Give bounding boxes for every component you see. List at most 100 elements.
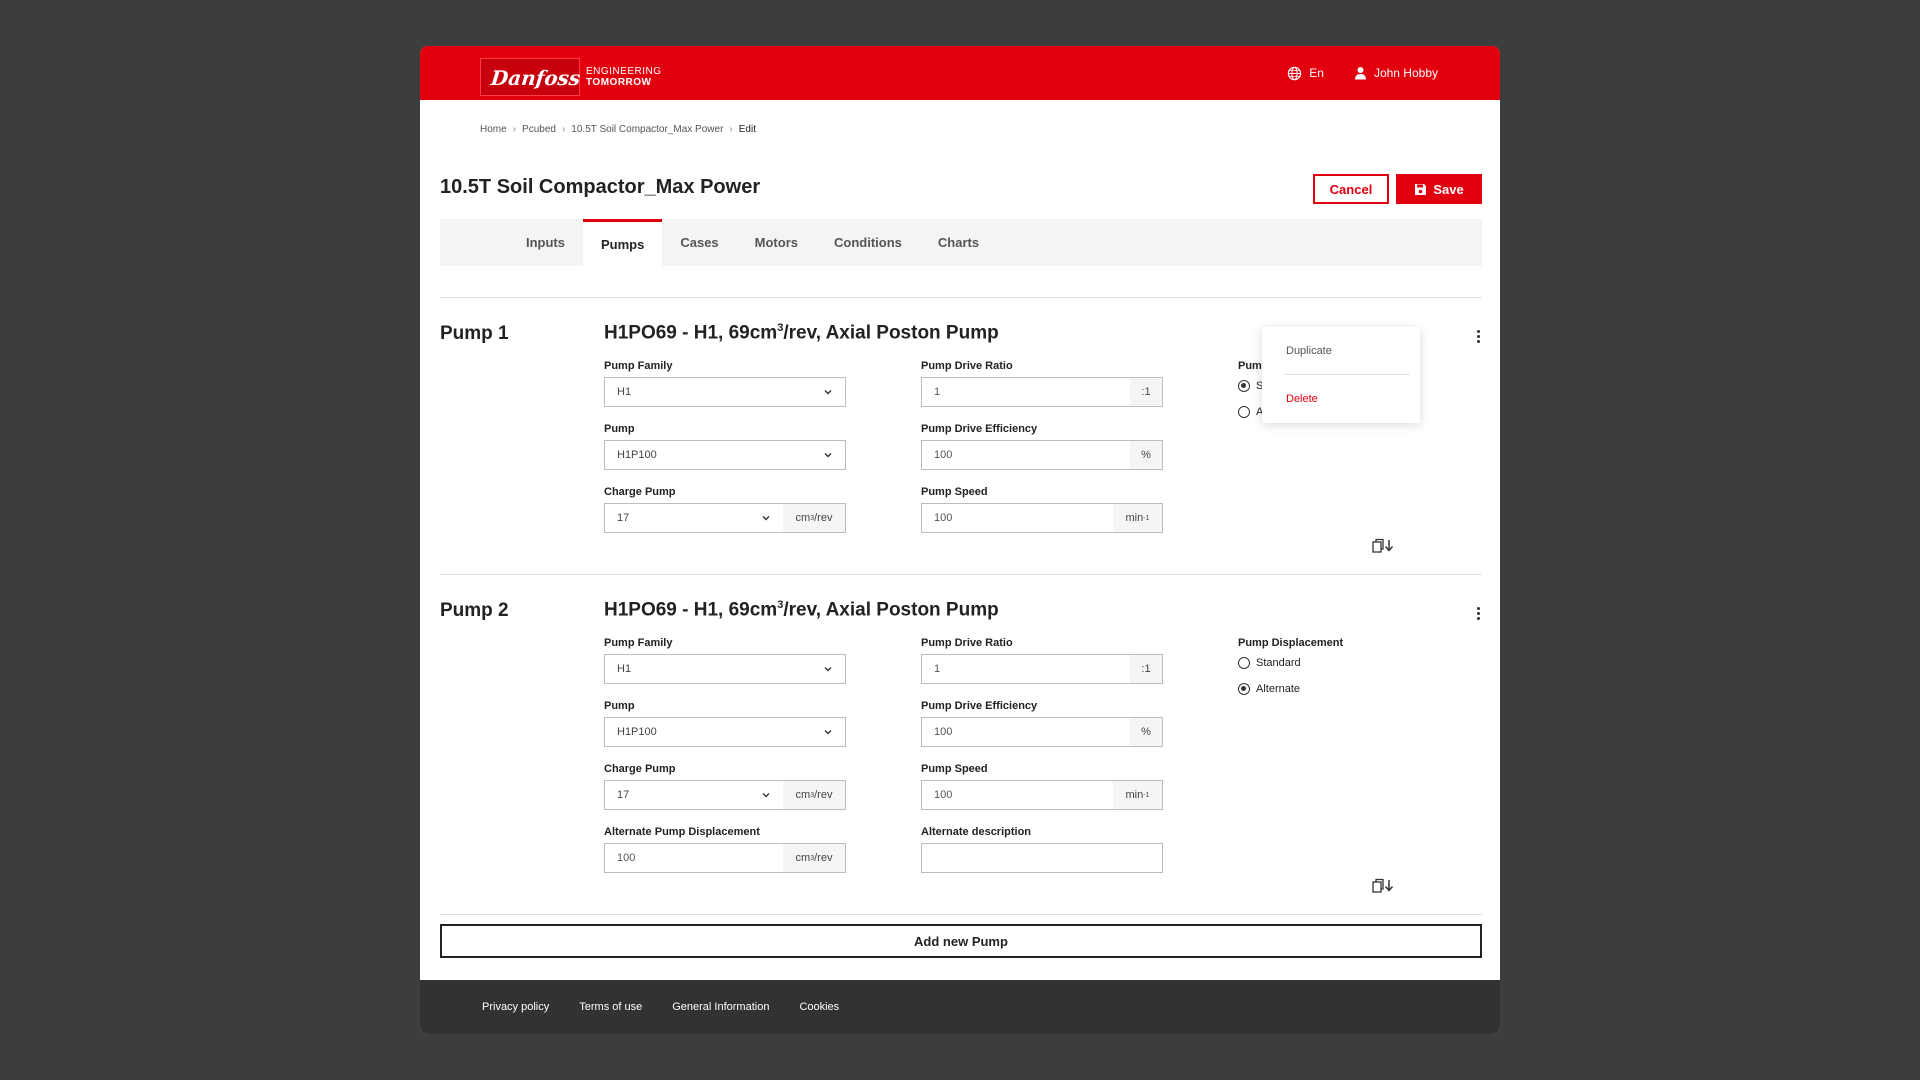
pump-1-displacement-standard[interactable]: S — [1238, 380, 1263, 392]
pump-2-charge-select[interactable]: 17 — [604, 780, 784, 810]
pump-1-heading-prefix: H1PO69 - H1, 69cm — [604, 322, 778, 344]
pump-1-eff-input[interactable]: 100 — [921, 440, 1131, 470]
unit-text: cm — [795, 789, 811, 801]
chevron-down-icon — [824, 390, 832, 395]
pump-2-ratio-input[interactable]: 1 — [921, 654, 1131, 684]
pump-2-speed-input[interactable]: 100 — [921, 780, 1114, 810]
radio-checked-icon — [1238, 683, 1250, 695]
breadcrumb-pcubed[interactable]: Pcubed — [522, 124, 556, 135]
tab-conditions[interactable]: Conditions — [816, 219, 920, 266]
section-divider — [440, 914, 1482, 915]
footer-link-cookies[interactable]: Cookies — [799, 1001, 839, 1013]
copy-download-icon[interactable] — [1372, 878, 1396, 894]
pump-1-heading: H1PO69 - H1, 69cm3/rev, Axial Poston Pum… — [604, 322, 999, 344]
pump-2-heading-suffix: /rev, Axial Poston Pump — [783, 599, 999, 621]
pump-1-eff-label: Pump Drive Efficiency — [921, 423, 1038, 435]
breadcrumb-separator-icon: › — [512, 124, 517, 135]
copy-download-icon[interactable] — [1372, 538, 1396, 554]
tab-pumps[interactable]: Pumps — [583, 219, 663, 266]
logo-tagline: ENGINEERING TOMORROW — [586, 66, 662, 88]
breadcrumb-separator-icon: › — [561, 124, 566, 135]
radio-label: Alternate — [1256, 683, 1301, 695]
pump-1-charge-select[interactable]: 17 — [604, 503, 784, 533]
menu-separator — [1284, 374, 1410, 375]
pump-2-heading: H1PO69 - H1, 69cm3/rev, Axial Poston Pum… — [604, 599, 999, 621]
save-button-label: Save — [1433, 181, 1464, 197]
pump-1-charge-unit: cm 3/rev — [783, 503, 846, 533]
menu-item-duplicate[interactable]: Duplicate — [1286, 345, 1332, 357]
pump-2-displacement-alternate[interactable]: Alternate — [1238, 683, 1300, 695]
unit-suffix: /rev — [814, 512, 833, 524]
radio-label: Standard — [1256, 657, 1301, 669]
chevron-down-icon — [824, 667, 832, 672]
pump-2-family-select[interactable]: H1 — [604, 654, 846, 684]
pump-2-ratio-label: Pump Drive Ratio — [921, 637, 1013, 649]
pump-1-heading-suffix: /rev, Axial Poston Pump — [783, 322, 999, 344]
pump-2-alt-disp-unit: cm 3/rev — [783, 843, 846, 873]
tab-motors[interactable]: Motors — [737, 219, 816, 266]
pump-1-displacement-label: Pum — [1238, 360, 1262, 372]
unit-text: cm — [795, 852, 811, 864]
unit-suffix: /rev — [814, 852, 833, 864]
danfoss-logo[interactable]: Danfoss ENGINEERING TOMORROW — [480, 58, 662, 96]
pump-1-kebab-icon[interactable] — [1471, 327, 1485, 345]
language-label: En — [1309, 66, 1324, 80]
save-disk-icon — [1415, 183, 1427, 195]
globe-icon — [1288, 66, 1302, 80]
pump-2-heading-prefix: H1PO69 - H1, 69cm — [604, 599, 778, 621]
section-divider — [440, 574, 1482, 575]
chevron-down-icon — [824, 453, 832, 458]
pump-1-family-label: Pump Family — [604, 360, 673, 372]
unit-text: cm — [795, 512, 811, 524]
tab-cases[interactable]: Cases — [662, 219, 736, 266]
pump-2-pump-value: H1P100 — [617, 726, 657, 738]
pump-2-displacement-label: Pump Displacement — [1238, 637, 1344, 649]
cancel-button[interactable]: Cancel — [1313, 174, 1389, 204]
pump-2-alt-disp-label: Alternate Pump Displacement — [604, 826, 760, 838]
menu-item-delete[interactable]: Delete — [1286, 393, 1318, 405]
pump-2-alt-desc-input[interactable] — [921, 843, 1163, 873]
breadcrumb-home[interactable]: Home — [480, 124, 507, 135]
pump-1-ratio-unit: :1 — [1130, 377, 1163, 407]
pump-2-pump-select[interactable]: H1P100 — [604, 717, 846, 747]
breadcrumb-separator-icon: › — [729, 124, 733, 135]
tab-inputs[interactable]: Inputs — [508, 219, 583, 266]
pump-1-charge-label: Charge Pump — [604, 486, 676, 498]
tab-charts[interactable]: Charts — [920, 219, 997, 266]
pump-1-ratio-input[interactable]: 1 — [921, 377, 1131, 407]
app-window: Danfoss ENGINEERING TOMORROW En John Hob… — [420, 46, 1500, 1034]
pump-2-eff-unit: % — [1130, 717, 1163, 747]
pump-1-ratio-label: Pump Drive Ratio — [921, 360, 1013, 372]
pump-2-displacement-standard[interactable]: Standard — [1238, 657, 1301, 669]
breadcrumb-project[interactable]: 10.5T Soil Compactor_Max Power — [571, 124, 723, 135]
chevron-down-icon — [824, 730, 832, 735]
footer-link-privacy[interactable]: Privacy policy — [482, 1001, 549, 1013]
tagline-line1: ENGINEERING — [586, 66, 662, 77]
pump-1-displacement-alternate[interactable]: A — [1238, 406, 1263, 418]
footer-link-general-info[interactable]: General Information — [672, 1001, 769, 1013]
language-selector[interactable]: En — [1287, 66, 1324, 81]
pump-1-family-select[interactable]: H1 — [604, 377, 846, 407]
pump-1-speed-label: Pump Speed — [921, 486, 988, 498]
user-menu[interactable]: John Hobby — [1354, 66, 1438, 80]
save-button[interactable]: Save — [1396, 174, 1482, 204]
pump-1-pump-select[interactable]: H1P100 — [604, 440, 846, 470]
pump-1-pump-value: H1P100 — [617, 449, 657, 461]
pump-context-menu: Duplicate Delete — [1262, 327, 1420, 423]
logo-wordmark: Danfoss — [489, 66, 582, 90]
user-icon — [1354, 67, 1366, 80]
pump-2-alt-disp-input[interactable]: 100 — [604, 843, 784, 873]
pump-2-eff-input[interactable]: 100 — [921, 717, 1131, 747]
chevron-down-icon — [762, 793, 770, 798]
footer-link-terms[interactable]: Terms of use — [579, 1001, 642, 1013]
tab-bar: Inputs Pumps Cases Motors Conditions Cha… — [440, 219, 1482, 266]
pump-2-eff-label: Pump Drive Efficiency — [921, 700, 1038, 712]
unit-sup: -1 — [1143, 791, 1150, 799]
radio-checked-icon — [1238, 380, 1250, 392]
pump-2-kebab-icon[interactable] — [1471, 604, 1485, 622]
breadcrumb-current: Edit — [738, 124, 756, 135]
pump-1-speed-input[interactable]: 100 — [921, 503, 1114, 533]
add-new-pump-button[interactable]: Add new Pump — [440, 924, 1482, 958]
chevron-down-icon — [762, 516, 770, 521]
cancel-button-label: Cancel — [1329, 181, 1373, 197]
